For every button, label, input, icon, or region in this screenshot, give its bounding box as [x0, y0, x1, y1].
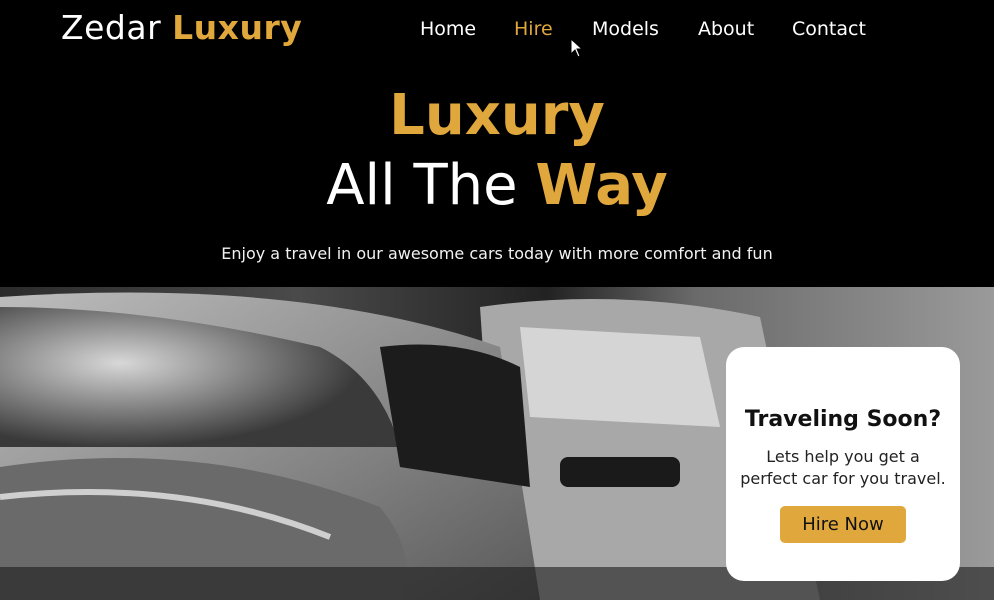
hire-card: Traveling Soon? Lets help you get a perf…	[726, 347, 960, 581]
nav-hire-link[interactable]: Hire	[514, 18, 553, 40]
nav-home-link[interactable]: Home	[420, 18, 476, 40]
nav-contact-link[interactable]: Contact	[792, 18, 866, 40]
hero: Luxury All The Way Enjoy a travel in our…	[0, 80, 994, 263]
navbar: Zedar Luxury Home Hire Models About Cont…	[0, 0, 994, 62]
card-text: Lets help you get a perfect car for you …	[740, 447, 946, 488]
hero-title-line2: All The Way	[0, 150, 994, 222]
mouse-cursor-icon	[570, 38, 584, 58]
hire-now-button[interactable]: Hire Now	[780, 506, 906, 543]
hero-subtitle: Enjoy a travel in our awesome cars today…	[221, 244, 773, 263]
hero-title-line1: Luxury	[389, 83, 605, 148]
logo-text: Zedar	[61, 8, 173, 47]
logo-accent-text: Luxury	[172, 8, 303, 47]
nav-about-link[interactable]: About	[698, 18, 754, 40]
logo[interactable]: Zedar Luxury	[61, 8, 303, 47]
nav-models-link[interactable]: Models	[592, 18, 659, 40]
card-title: Traveling Soon?	[744, 407, 942, 432]
hero-title-accent: Way	[535, 153, 668, 218]
hero-title-part: All The	[326, 153, 536, 218]
